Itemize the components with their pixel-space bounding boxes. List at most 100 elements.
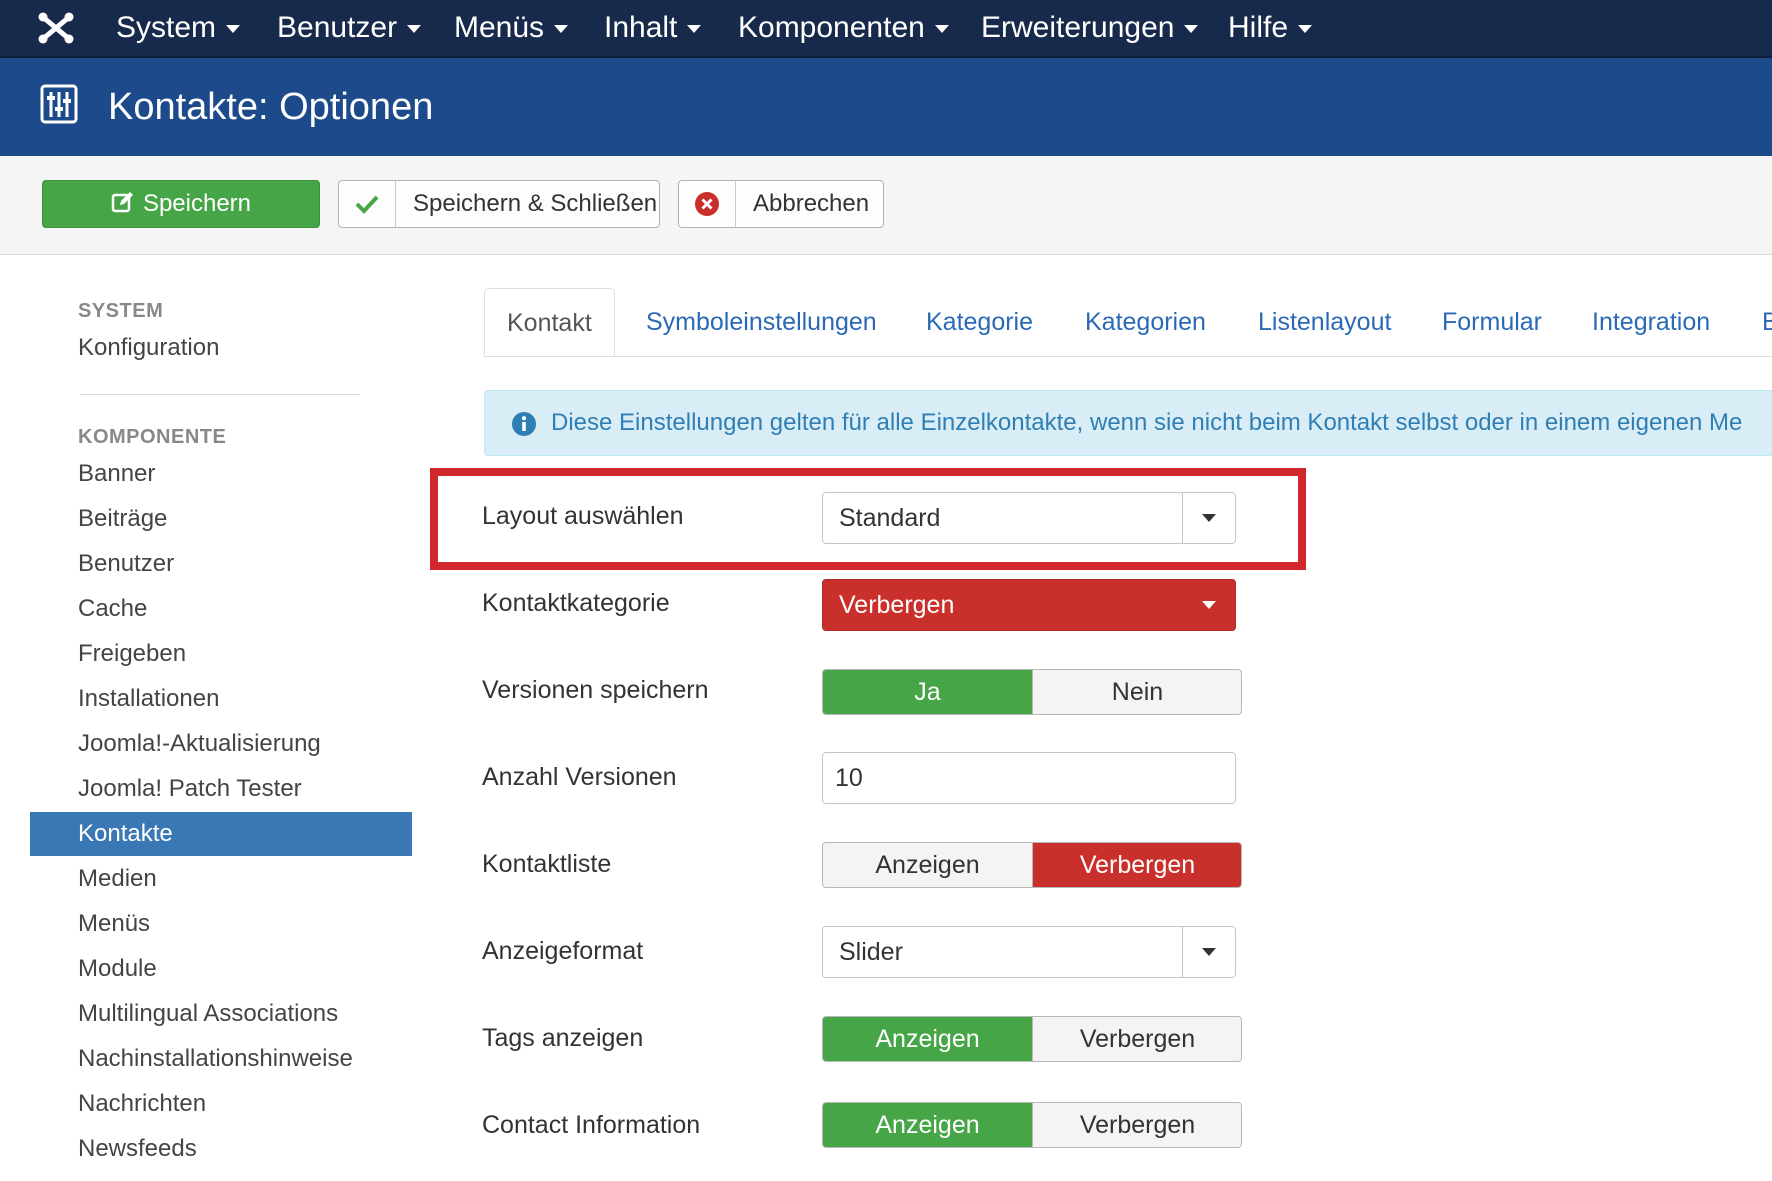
contact-info-toggle: Anzeigen Verbergen [822, 1102, 1242, 1148]
show-tags-toggle: Anzeigen Verbergen [822, 1016, 1242, 1062]
caret-down-icon [1202, 948, 1216, 956]
sidebar-item-newsfeeds[interactable]: Newsfeeds [30, 1127, 412, 1171]
contact-list-show[interactable]: Anzeigen [823, 843, 1033, 887]
sidebar-item-contacts[interactable]: Kontakte [30, 812, 412, 856]
sidebar-item-cache[interactable]: Cache [30, 587, 412, 631]
caret-down-icon [1184, 25, 1199, 34]
caret-down-icon [554, 25, 569, 34]
layout-select[interactable]: Standard [822, 492, 1236, 544]
nav-menu-menus[interactable]: Menüs [454, 0, 569, 56]
contact-list-hide[interactable]: Verbergen [1033, 843, 1241, 887]
display-format-select[interactable]: Slider [822, 926, 1236, 978]
nav-menu-users[interactable]: Benutzer [277, 0, 422, 56]
contact-category-toggle[interactable] [1183, 580, 1235, 630]
tab-list-layout[interactable]: Listenlayout [1258, 288, 1391, 356]
sidebar-item-installations[interactable]: Installationen [30, 677, 412, 721]
tab-icons[interactable]: Symboleinstellungen [646, 288, 877, 356]
contact-info-show[interactable]: Anzeigen [823, 1103, 1033, 1147]
display-format-toggle[interactable] [1182, 927, 1235, 977]
sidebar-item-joomla-update[interactable]: Joomla!-Aktualisierung [30, 722, 412, 766]
sidebar-item-configuration[interactable]: Konfiguration [30, 326, 412, 370]
nav-menu-extensions[interactable]: Erweiterungen [981, 0, 1199, 56]
nav-menu-label: Inhalt [604, 11, 678, 44]
edit-icon [111, 192, 133, 213]
info-alert: Diese Einstellungen gelten für alle Einz… [484, 390, 1772, 456]
contact-list-label: Kontaktliste [482, 850, 612, 878]
nav-menu-components[interactable]: Komponenten [738, 0, 949, 56]
show-tags-label: Tags anzeigen [482, 1024, 644, 1052]
contact-category-value: Verbergen [839, 591, 955, 619]
sidebar-divider [80, 394, 360, 395]
layout-select-toggle[interactable] [1182, 493, 1235, 543]
contact-info-label: Contact Information [482, 1111, 701, 1139]
cancel-button[interactable]: Abbrechen [678, 180, 884, 228]
contact-info-hide[interactable]: Verbergen [1033, 1103, 1241, 1147]
sidebar-item-modules[interactable]: Module [30, 947, 412, 991]
nav-menu-system[interactable]: System [116, 0, 241, 56]
check-icon [355, 195, 379, 214]
save-close-label: Speichern & Schließen [413, 190, 658, 217]
layout-label: Layout auswählen [482, 502, 684, 530]
tab-truncated[interactable]: B [1762, 288, 1772, 356]
save-versions-label: Versionen speichern [482, 676, 709, 704]
nav-menu-label: Benutzer [277, 11, 398, 44]
cancel-circle-icon [695, 192, 719, 216]
options-tabs: Kontakt Symboleinstellungen Kategorie Ka… [484, 288, 1772, 357]
tab-category[interactable]: Kategorie [926, 288, 1033, 356]
tab-contact[interactable]: Kontakt [484, 288, 615, 356]
caret-down-icon [1202, 601, 1216, 609]
tab-form[interactable]: Formular [1442, 288, 1542, 356]
sidebar-item-users[interactable]: Benutzer [30, 542, 412, 586]
options-sliders-icon [40, 84, 78, 124]
show-tags-show[interactable]: Anzeigen [823, 1017, 1033, 1061]
info-circle-icon [512, 412, 536, 436]
joomla-logo-icon[interactable] [36, 10, 76, 46]
caret-down-icon [934, 25, 949, 34]
nav-menu-help[interactable]: Hilfe [1228, 0, 1313, 56]
sidebar-item-banner[interactable]: Banner [30, 452, 412, 496]
num-versions-label: Anzahl Versionen [482, 763, 677, 791]
contact-list-toggle: Anzeigen Verbergen [822, 842, 1242, 888]
tab-categories[interactable]: Kategorien [1085, 288, 1206, 356]
save-button-label: Speichern [142, 190, 252, 217]
nav-menu-label: Hilfe [1228, 11, 1289, 44]
caret-down-icon [687, 25, 702, 34]
caret-down-icon [226, 25, 241, 34]
caret-down-icon [407, 25, 422, 34]
layout-select-value: Standard [839, 504, 941, 532]
contact-category-select[interactable]: Verbergen [822, 579, 1236, 631]
save-button[interactable]: Speichern [42, 180, 320, 228]
save-close-button[interactable]: Speichern & Schließen [338, 180, 660, 228]
nav-menu-label: Erweiterungen [981, 11, 1175, 44]
sidebar-heading-system: SYSTEM [78, 300, 164, 322]
sidebar-heading-component: KOMPONENTE [78, 426, 227, 448]
num-versions-input[interactable]: 10 [822, 752, 1236, 804]
cancel-label: Abbrechen [753, 190, 870, 217]
nav-menu-content[interactable]: Inhalt [604, 0, 702, 56]
sidebar-item-media[interactable]: Medien [30, 857, 412, 901]
sidebar-item-articles[interactable]: Beiträge [30, 497, 412, 541]
nav-menu-label: Komponenten [738, 11, 925, 44]
sidebar-item-patch-tester[interactable]: Joomla! Patch Tester [30, 767, 412, 811]
caret-down-icon [1202, 514, 1216, 522]
show-tags-hide[interactable]: Verbergen [1033, 1017, 1241, 1061]
nav-menu-label: Menüs [454, 11, 545, 44]
sidebar-item-menus[interactable]: Menüs [30, 902, 412, 946]
save-versions-toggle: Ja Nein [822, 669, 1242, 715]
caret-down-icon [1298, 25, 1313, 34]
save-versions-yes[interactable]: Ja [823, 670, 1033, 714]
sidebar-item-multilingual-associations[interactable]: Multilingual Associations [30, 992, 412, 1036]
page-header: Kontakte: Optionen [0, 58, 1772, 156]
page-title: Kontakte: Optionen [108, 86, 434, 128]
sidebar-item-messages[interactable]: Nachrichten [30, 1082, 412, 1126]
save-versions-no[interactable]: Nein [1033, 670, 1241, 714]
sidebar-item-postinstall[interactable]: Nachinstallationshinweise [30, 1037, 412, 1081]
top-navbar: System Benutzer Menüs Inhalt Komponenten… [0, 0, 1772, 58]
info-alert-text: Diese Einstellungen gelten für alle Einz… [551, 409, 1743, 436]
contact-category-label: Kontaktkategorie [482, 589, 670, 617]
tab-integration[interactable]: Integration [1592, 288, 1710, 356]
sidebar-item-checkin[interactable]: Freigeben [30, 632, 412, 676]
display-format-label: Anzeigeformat [482, 937, 644, 965]
nav-menu-label: System [116, 11, 217, 44]
display-format-value: Slider [839, 938, 903, 966]
